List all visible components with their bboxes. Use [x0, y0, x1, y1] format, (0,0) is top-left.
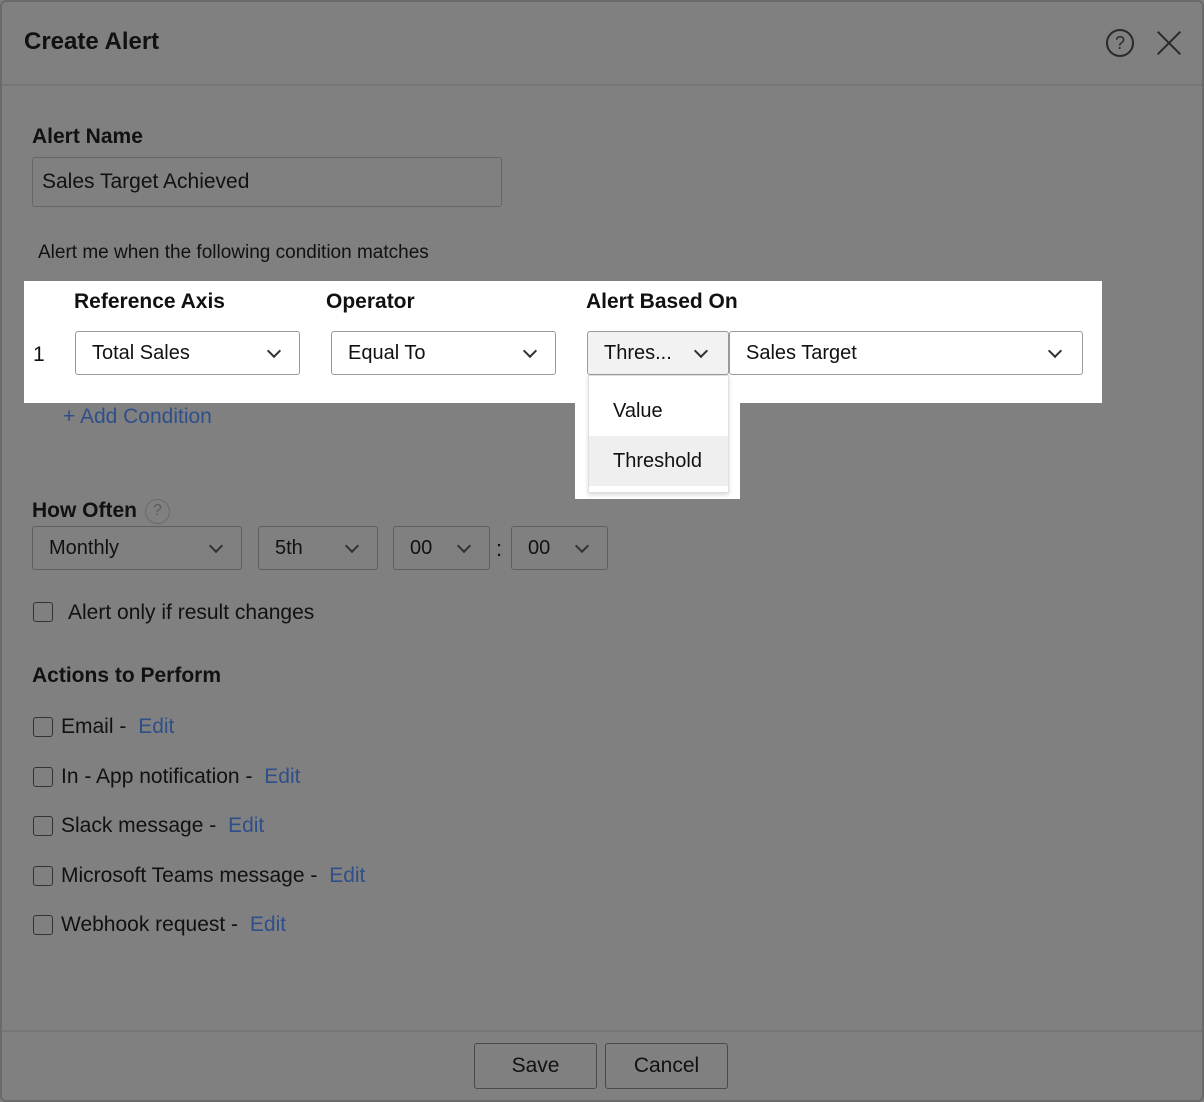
condition-row-number: 1	[33, 343, 45, 366]
time-separator: :	[496, 536, 503, 561]
slack-message-label: Slack message -	[61, 814, 223, 837]
reference-axis-value: Total Sales	[92, 341, 190, 364]
chevron-down-icon	[208, 538, 224, 554]
target-select[interactable]: Sales Target	[729, 331, 1083, 375]
operator-select[interactable]: Equal To	[331, 331, 556, 375]
minute-select[interactable]: 00	[511, 526, 608, 570]
chevron-down-icon	[574, 538, 590, 554]
teams-edit-link[interactable]: Edit	[329, 864, 365, 887]
how-often-label: How Often	[32, 499, 137, 522]
dropdown-option-threshold[interactable]: Threshold	[589, 436, 728, 486]
alert-based-on-select[interactable]: Thres...	[587, 331, 729, 375]
action-label-teams: Microsoft Teams message - Edit	[61, 864, 365, 888]
chevron-down-icon	[522, 343, 538, 359]
minute-value: 00	[528, 536, 551, 559]
hour-value: 00	[410, 536, 433, 559]
frequency-select[interactable]: Monthly	[32, 526, 242, 570]
reference-axis-header: Reference Axis	[74, 290, 225, 313]
email-label: Email -	[61, 715, 133, 738]
chevron-down-icon	[1047, 343, 1063, 359]
help-icon[interactable]: ?	[1106, 29, 1134, 57]
cancel-button[interactable]: Cancel	[605, 1043, 728, 1089]
create-alert-dialog: Create Alert ? Alert Name Sales Target A…	[0, 0, 1204, 1102]
slack-message-checkbox[interactable]	[33, 816, 53, 836]
chevron-down-icon	[456, 538, 472, 554]
target-value: Sales Target	[746, 341, 857, 364]
webhook-request-label: Webhook request -	[61, 913, 244, 936]
hour-select[interactable]: 00	[393, 526, 490, 570]
email-checkbox[interactable]	[33, 717, 53, 737]
save-button[interactable]: Save	[474, 1043, 597, 1089]
alert-name-label: Alert Name	[32, 125, 143, 148]
in-app-notification-checkbox[interactable]	[33, 767, 53, 787]
actions-heading: Actions to Perform	[32, 664, 222, 687]
close-icon[interactable]	[1156, 30, 1182, 56]
chevron-down-icon	[344, 538, 360, 554]
in-app-edit-link[interactable]: Edit	[264, 765, 300, 788]
alert-if-changes-label: Alert only if result changes	[68, 601, 315, 624]
dropdown-option-value[interactable]: Value	[589, 386, 728, 436]
dialog-header: Create Alert ?	[2, 2, 1202, 86]
day-value: 5th	[275, 536, 303, 559]
alert-name-input[interactable]: Sales Target Achieved	[32, 157, 502, 207]
help-icon[interactable]: ?	[145, 499, 170, 524]
operator-value: Equal To	[348, 341, 426, 364]
dialog-title: Create Alert	[24, 28, 160, 55]
action-label-email: Email - Edit	[61, 715, 174, 739]
reference-axis-select[interactable]: Total Sales	[75, 331, 300, 375]
action-label-in-app: In - App notification - Edit	[61, 765, 300, 789]
frequency-value: Monthly	[49, 536, 120, 559]
webhook-edit-link[interactable]: Edit	[250, 913, 286, 936]
action-label-slack: Slack message - Edit	[61, 814, 264, 838]
alert-based-on-header: Alert Based On	[586, 290, 738, 313]
alert-based-on-value: Thres...	[604, 341, 672, 364]
teams-message-label: Microsoft Teams message -	[61, 864, 324, 887]
alert-if-changes-checkbox[interactable]	[33, 602, 53, 622]
teams-message-checkbox[interactable]	[33, 866, 53, 886]
condition-intro-text: Alert me when the following condition ma…	[38, 242, 429, 263]
operator-header: Operator	[326, 290, 415, 313]
day-select[interactable]: 5th	[258, 526, 378, 570]
webhook-request-checkbox[interactable]	[33, 915, 53, 935]
in-app-notification-label: In - App notification -	[61, 765, 259, 788]
dialog-footer	[2, 1030, 1202, 1102]
email-edit-link[interactable]: Edit	[138, 715, 174, 738]
chevron-down-icon	[693, 343, 709, 359]
add-condition-link[interactable]: + Add Condition	[63, 405, 212, 429]
chevron-down-icon	[266, 343, 282, 359]
alert-based-on-dropdown: Value Threshold	[588, 375, 729, 493]
slack-edit-link[interactable]: Edit	[228, 814, 264, 837]
action-label-webhook: Webhook request - Edit	[61, 913, 286, 937]
